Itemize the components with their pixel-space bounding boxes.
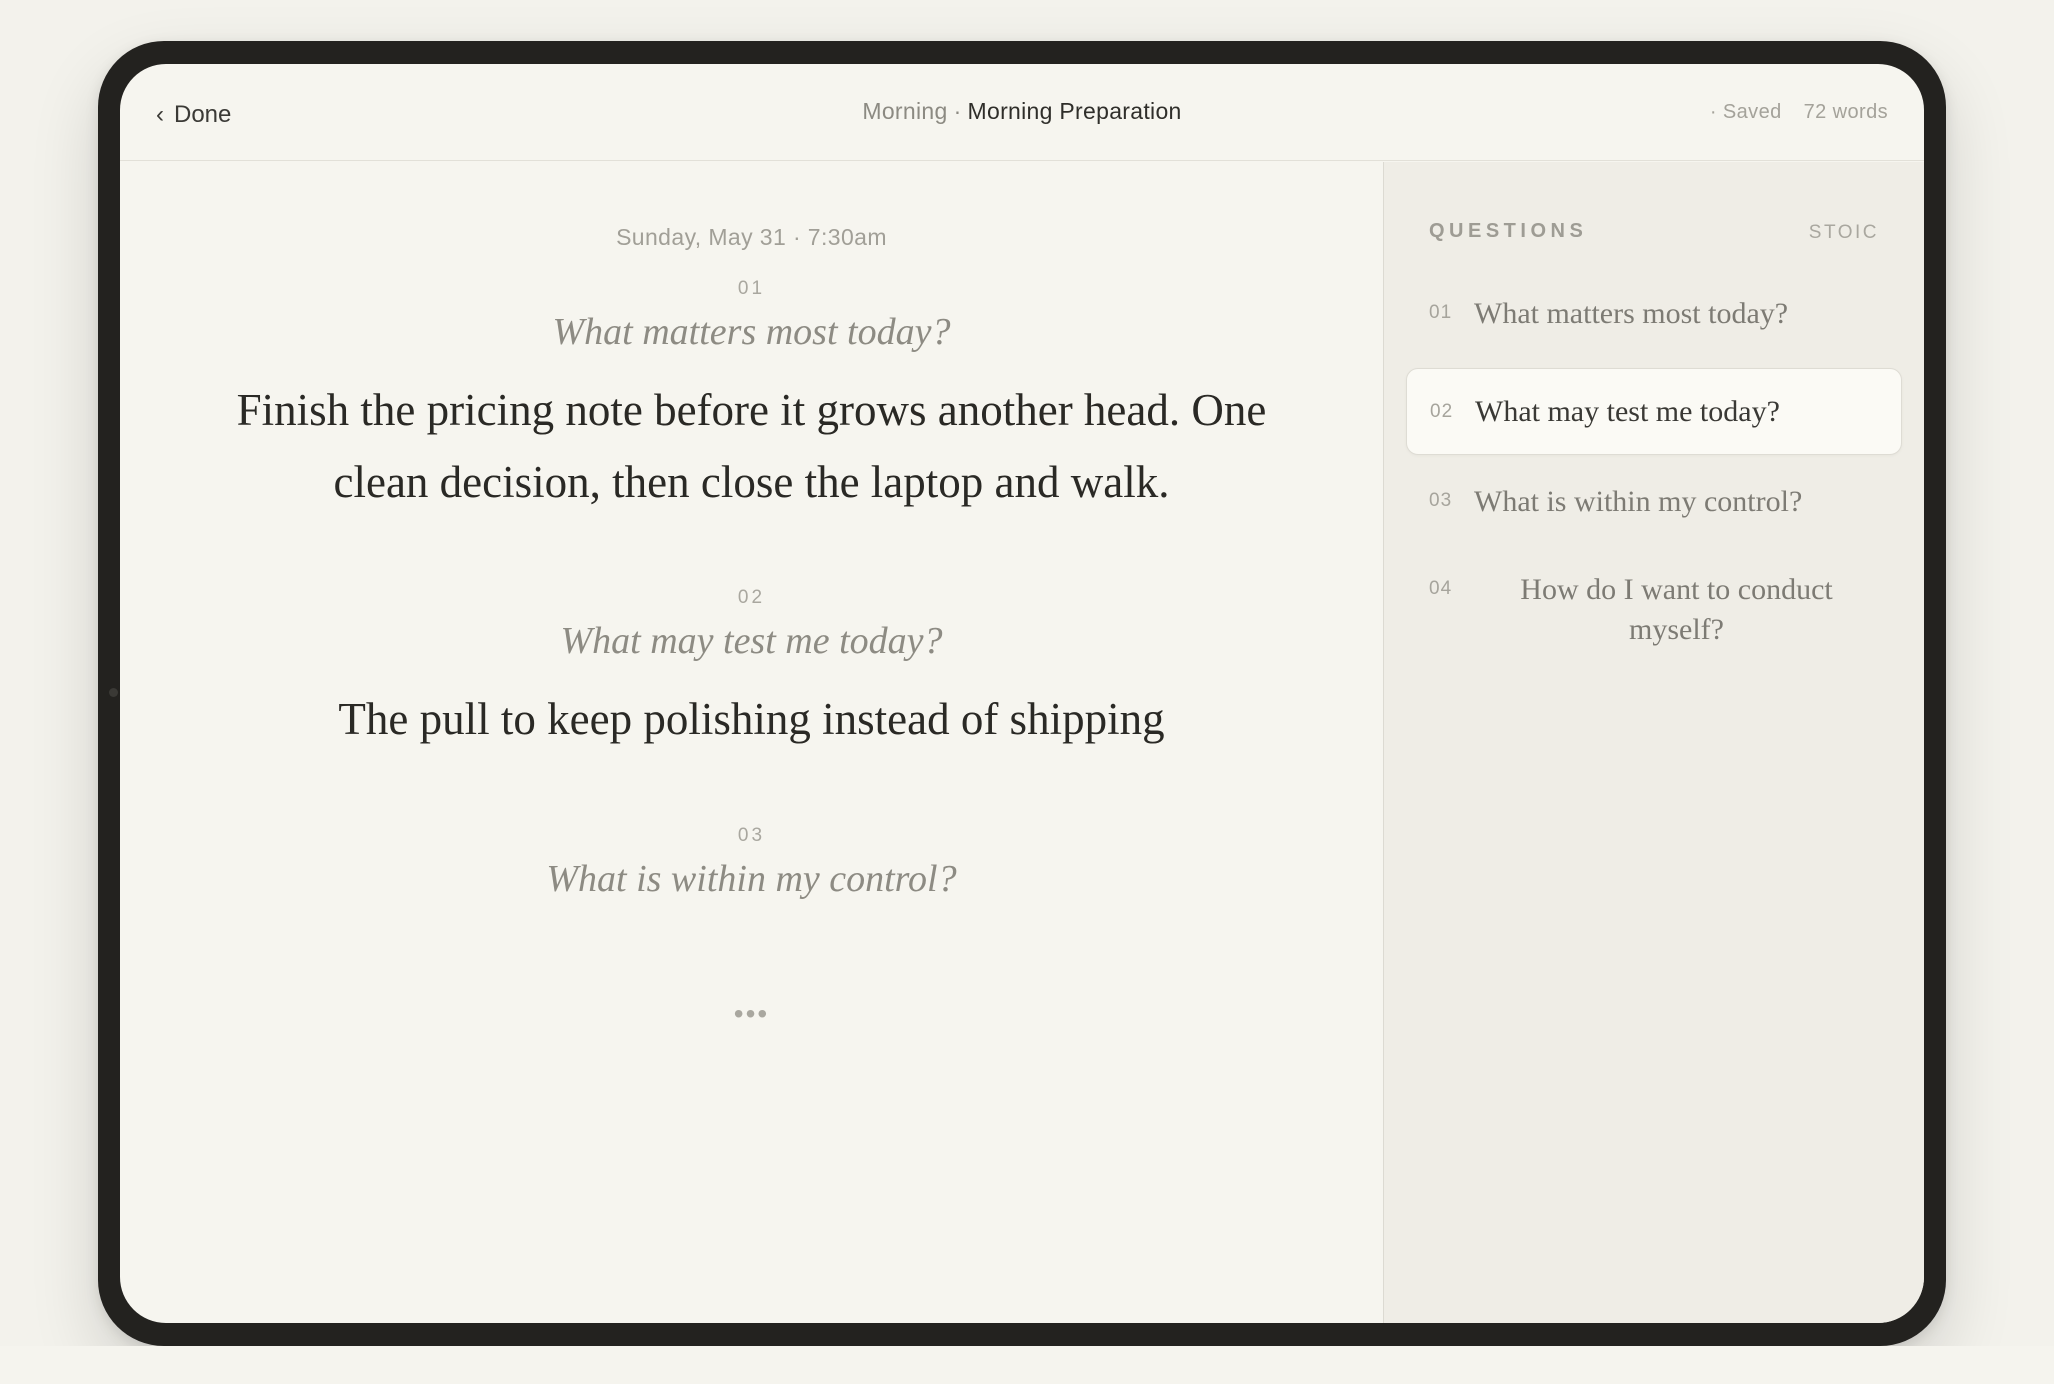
sidebar-question-item[interactable]: 01 What matters most today? (1406, 294, 1902, 334)
breadcrumb-separator: · (953, 98, 962, 124)
entry-prompt: What matters most today? (552, 311, 951, 353)
entry-prompt: What may test me today? (560, 620, 943, 662)
question-number: 02 (1430, 400, 1454, 422)
sidebar-question-item-active[interactable]: 02 What may test me today? (1406, 368, 1902, 455)
top-bar: ‹ Done Morning · Morning Preparation · Sav… (120, 64, 1924, 161)
entry-answer[interactable]: The pull to keep polishing instead of sh… (212, 683, 1292, 755)
word-count: 72 words (1803, 101, 1888, 123)
page: ‹ Done Morning · Morning Preparation · Sav… (0, 0, 2054, 1384)
breadcrumb-current: Morning Preparation (967, 98, 1182, 124)
camera-icon (109, 688, 118, 697)
journal-editor: Sunday, May 31 · 7:30am 01 What matters … (120, 162, 1383, 1323)
entry-number: 01 (737, 278, 766, 299)
question-label: What matters most today? (1474, 297, 1789, 330)
entry-answer[interactable]: Finish the pricing note before it grows … (212, 374, 1292, 518)
sidebar-question-item[interactable]: 03 What is within my control? (1406, 482, 1902, 522)
question-label: How do I want to conduct myself? (1520, 573, 1833, 646)
sidebar-tag[interactable]: STOIC (1809, 222, 1879, 244)
entry-block: 03 What is within my control? (120, 825, 1383, 901)
entry-block: 01 What matters most today? Finish the p… (120, 278, 1383, 518)
app-screen: ‹ Done Morning · Morning Preparation · Sav… (120, 64, 1924, 1323)
entry-prompt: What is within my control? (546, 858, 957, 900)
question-number: 04 (1429, 578, 1453, 599)
tablet-frame: ‹ Done Morning · Morning Preparation · Sav… (98, 41, 1946, 1346)
sidebar-question-item[interactable]: 04 How do I want to conduct myself? (1406, 570, 1902, 650)
question-label: What may test me today? (1475, 394, 1780, 428)
question-label: What is within my control? (1474, 485, 1803, 518)
breadcrumb: Morning · Morning Preparation (120, 98, 1924, 125)
entry-number: 02 (737, 587, 766, 608)
entry-date: Sunday, May 31 · 7:30am (616, 224, 887, 250)
question-number: 01 (1429, 302, 1453, 323)
question-number: 03 (1429, 490, 1453, 511)
status-area: · Saved 72 words (1710, 101, 1888, 124)
breadcrumb-parent[interactable]: Morning (862, 98, 947, 124)
more-dots-icon[interactable]: ••• (120, 1000, 1383, 1028)
questions-sidebar: QUESTIONS STOIC 01 What matters most tod… (1383, 162, 1924, 1323)
sidebar-title: QUESTIONS (1429, 220, 1588, 242)
entry-number: 03 (737, 825, 766, 846)
save-status: · Saved (1709, 101, 1782, 123)
page-footer-band (0, 1346, 2054, 1384)
entry-block: 02 What may test me today? The pull to k… (120, 587, 1383, 755)
